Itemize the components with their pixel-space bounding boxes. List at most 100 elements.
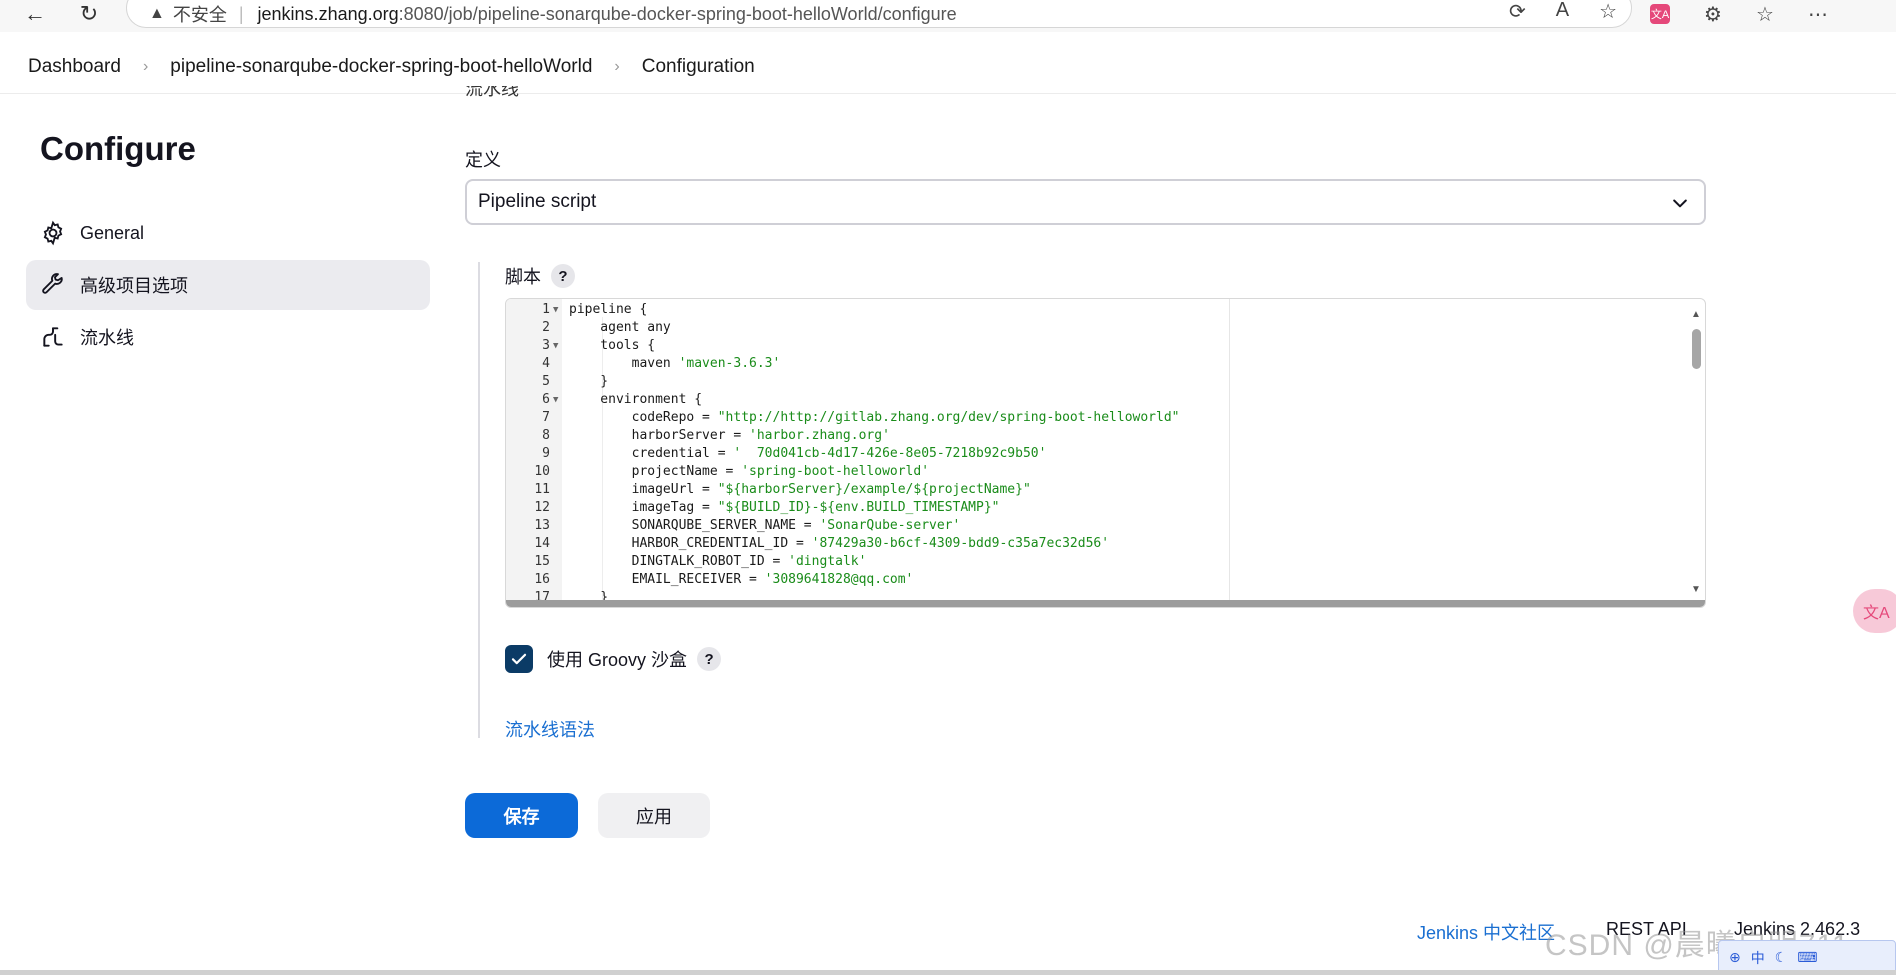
apply-button[interactable]: 应用 [598, 793, 710, 838]
fold-arrow-icon[interactable]: ▼ [553, 391, 558, 409]
line-number: 13 [534, 518, 550, 533]
breadcrumb-job[interactable]: pipeline-sonarqube-docker-spring-boot-he… [170, 56, 592, 78]
code-line[interactable]: 2 agent any [506, 319, 1705, 337]
section-divider [478, 262, 480, 738]
script-editor[interactable]: 1 ▼ pipeline {2 agent any 3 ▼ tools {4 maven… [505, 298, 1706, 608]
footer-community-link[interactable]: Jenkins 中文社区 [1417, 919, 1555, 945]
favorites-icon[interactable]: ☆ [1756, 2, 1774, 27]
ime-logo-icon: ⊕ [1729, 949, 1741, 965]
sidebar-item-general[interactable]: General [26, 208, 430, 258]
checkmark-icon [511, 653, 527, 665]
edge-refresh-icon[interactable]: ⟳ [1509, 0, 1526, 24]
chevron-right-icon: › [142, 57, 149, 75]
translate-extension-icon[interactable]: 文A [1650, 4, 1670, 24]
code-text: DINGTALK_ROBOT_ID = 'dingtalk' [569, 553, 867, 571]
code-text: tools { [569, 337, 655, 355]
code-line[interactable]: 16 EMAIL_RECEIVER = '3089641828@qq.com' [506, 571, 1705, 589]
code-string: 'SonarQube-server' [819, 518, 961, 533]
code-line[interactable]: 11 imageUrl = "${harborServer}/example/$… [506, 481, 1705, 499]
save-button[interactable]: 保存 [465, 793, 578, 838]
code-line[interactable]: 1 ▼ pipeline { [506, 301, 1705, 319]
code-text: agent any [569, 319, 671, 337]
code-text: pipeline { [569, 301, 647, 319]
line-number: 7 [542, 410, 550, 425]
code-line[interactable]: 6 ▼ environment { [506, 391, 1705, 409]
line-number: 2 [542, 320, 550, 335]
code-text: EMAIL_RECEIVER = '3089641828@qq.com' [569, 571, 914, 589]
code-text: SONARQUBE_SERVER_NAME = 'SonarQube-serve… [569, 517, 961, 535]
insecure-label: 不安全 [172, 5, 227, 25]
address-bar[interactable]: ▲ 不安全 | jenkins.zhang.org:8080/job/pipel… [126, 0, 1632, 28]
chevron-right-icon: › [614, 57, 620, 75]
extensions-icon[interactable]: ⚙ [1704, 2, 1722, 27]
line-number: 9 [542, 446, 550, 461]
sidebar-item-label: General [80, 222, 145, 243]
groovy-sandbox-checkbox[interactable] [505, 645, 533, 673]
scroll-down-icon[interactable]: ▼ [1691, 584, 1701, 595]
code-line[interactable]: 4 maven 'maven-3.6.3' [506, 355, 1705, 373]
code-text: imageUrl = "${harborServer}/example/${pr… [569, 481, 1031, 499]
fold-arrow-icon[interactable]: ▼ [553, 301, 558, 319]
scrollbar-thumb[interactable] [1692, 329, 1701, 369]
code-line[interactable]: 14 HARBOR_CREDENTIAL_ID = '87429a30-b6cf… [506, 535, 1705, 553]
address-separator: | [238, 3, 244, 24]
sidebar-item-pipeline[interactable]: 流水线 [26, 312, 430, 362]
code-line[interactable]: 3 ▼ tools { [506, 337, 1705, 355]
definition-select[interactable]: Pipeline script [465, 179, 1706, 225]
code-line[interactable]: 15 DINGTALK_ROBOT_ID = 'dingtalk' [506, 553, 1705, 571]
code-token: imageUrl = [569, 482, 718, 497]
sidebar-item-advanced[interactable]: 高级项目选项 [26, 260, 430, 310]
url-path: :8080/job/pipeline-sonarqube-docker-spri… [398, 3, 957, 24]
help-icon[interactable]: ? [551, 264, 575, 288]
code-token: environment { [569, 392, 703, 407]
code-token: pipeline { [569, 302, 648, 317]
code-line[interactable]: 13 SONARQUBE_SERVER_NAME = 'SonarQube-se… [506, 517, 1705, 535]
read-aloud-icon[interactable]: A [1556, 0, 1569, 24]
code-token: harborServer = [569, 428, 750, 443]
code-line[interactable]: 10 projectName = 'spring-boot-helloworld… [506, 463, 1705, 481]
code-token: EMAIL_RECEIVER = [569, 572, 765, 587]
code-token: agent any [569, 320, 671, 335]
breadcrumb-dashboard[interactable]: Dashboard [28, 56, 121, 78]
breadcrumb-configuration[interactable]: Configuration [642, 56, 755, 78]
line-number: 6 [542, 392, 550, 407]
code-token: SONARQUBE_SERVER_NAME = [569, 518, 820, 533]
line-number: 11 [534, 482, 550, 497]
fold-arrow-icon[interactable]: ▼ [553, 337, 558, 355]
code-string: 'maven-3.6.3' [678, 356, 781, 371]
code-line[interactable]: 8 harborServer = 'harbor.zhang.org' [506, 427, 1705, 445]
more-menu-icon[interactable]: ⋯ [1808, 2, 1828, 27]
line-number: 16 [534, 572, 550, 587]
back-icon[interactable]: ← [18, 0, 52, 28]
code-token: codeRepo = [569, 410, 718, 425]
code-text: } [569, 373, 608, 391]
code-line[interactable]: 9 credential = ' 70d041cb-4d17-426e-8e05… [506, 445, 1705, 463]
code-text: harborServer = 'harbor.zhang.org' [569, 427, 890, 445]
help-icon[interactable]: ? [697, 647, 722, 671]
warning-icon: ▲ [149, 5, 165, 22]
code-lines[interactable]: 1 ▼ pipeline {2 agent any 3 ▼ tools {4 maven… [506, 301, 1705, 607]
editor-horizontal-scrollbar[interactable] [506, 600, 1705, 607]
pipeline-syntax-link[interactable]: 流水线语法 [505, 716, 595, 742]
line-number: 4 [542, 356, 550, 371]
code-string: "${harborServer}/example/${projectName}" [717, 482, 1031, 497]
window-bottom-edge [0, 970, 1896, 975]
code-text: credential = ' 70d041cb-4d17-426e-8e05-7… [569, 445, 1047, 463]
code-token: imageTag = [569, 500, 718, 515]
code-token: maven [569, 356, 679, 371]
script-label: 脚本 ? [505, 263, 575, 289]
definition-select-value: Pipeline script [478, 191, 597, 212]
reload-icon[interactable]: ↻ [72, 0, 106, 28]
url-host: jenkins.zhang.org [257, 3, 399, 24]
wrench-icon [42, 273, 63, 294]
editor-vertical-scrollbar[interactable]: ▲ ▼ [1689, 309, 1703, 595]
code-string: 'dingtalk' [788, 554, 867, 569]
scroll-up-icon[interactable]: ▲ [1691, 309, 1701, 320]
groovy-sandbox-label[interactable]: 使用 Groovy 沙盒 [547, 646, 687, 672]
code-token: HARBOR_CREDENTIAL_ID = [569, 536, 812, 551]
code-line[interactable]: 5 } [506, 373, 1705, 391]
code-line[interactable]: 12 imageTag = "${BUILD_ID}-${env.BUILD_T… [506, 499, 1705, 517]
code-line[interactable]: 7 codeRepo = "http://http://gitlab.zhang… [506, 409, 1705, 427]
floating-translate-icon[interactable]: 文A [1853, 589, 1896, 633]
favorite-star-icon[interactable]: ☆ [1599, 0, 1617, 24]
